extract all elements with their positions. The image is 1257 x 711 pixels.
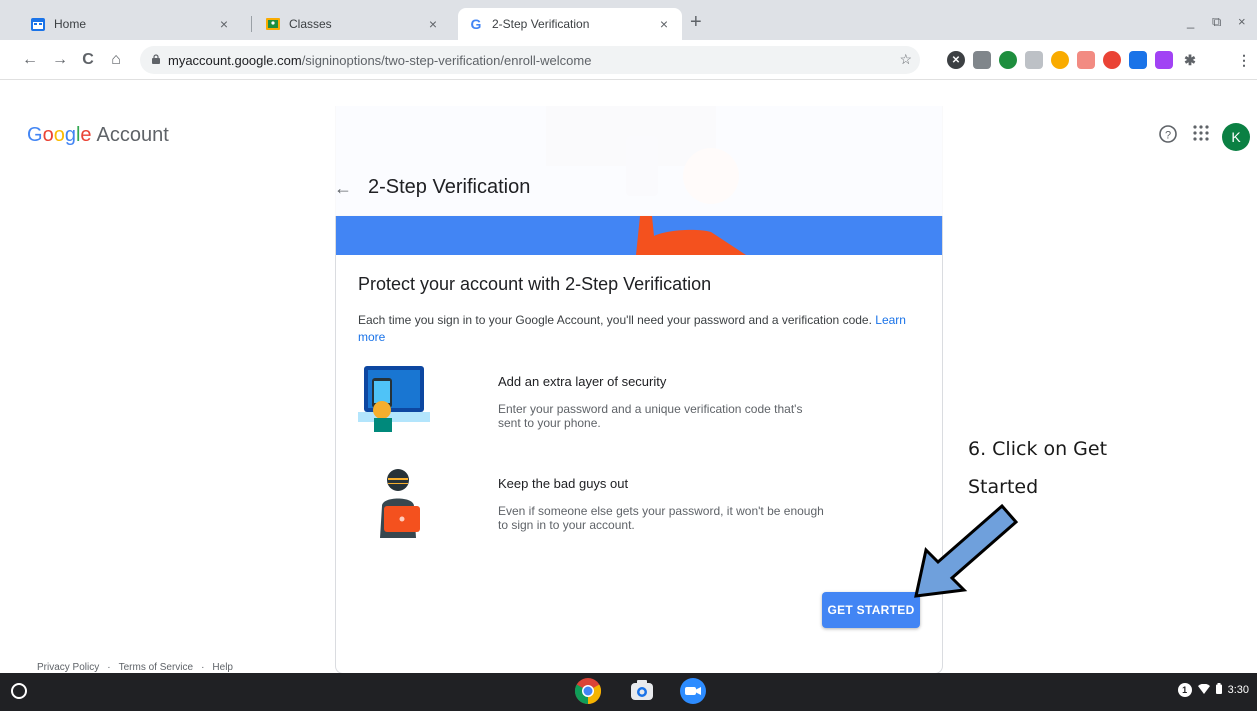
- extension-icon[interactable]: [999, 51, 1017, 69]
- extension-icon[interactable]: [1051, 51, 1069, 69]
- address-bar[interactable]: myaccount.google.com /signinoptions/two-…: [140, 46, 920, 74]
- tab-title: Home: [54, 17, 87, 31]
- footer-separator: ·: [107, 662, 111, 673]
- wifi-icon: [1197, 683, 1210, 697]
- tab-title: 2-Step Verification: [492, 17, 590, 31]
- minimize-icon[interactable]: _: [1187, 14, 1194, 29]
- hero-illustration: [336, 216, 942, 255]
- tab-home[interactable]: Home ×: [20, 8, 242, 40]
- tab-strip: Home × Classes × G 2-Step Verification ×…: [0, 0, 1257, 40]
- restore-icon[interactable]: ⧉: [1212, 14, 1221, 30]
- page-title: 2-Step Verification: [368, 176, 531, 198]
- puzzle-icon[interactable]: ✱: [1181, 51, 1199, 69]
- launcher-icon[interactable]: [11, 683, 27, 699]
- tab-close-icon[interactable]: ×: [216, 16, 232, 32]
- google-g-icon: G: [470, 16, 482, 32]
- extension-icon[interactable]: [1077, 51, 1095, 69]
- status-tray[interactable]: 1 3:30: [1177, 683, 1249, 697]
- extension-icon[interactable]: [1155, 51, 1173, 69]
- url-path: /signinoptions/two-step-verification/enr…: [301, 52, 592, 68]
- extension-icon[interactable]: [1025, 51, 1043, 69]
- annotation-line-1: 6. Click on Get: [968, 438, 1108, 460]
- extension-icon[interactable]: ✕: [947, 51, 965, 69]
- home-button[interactable]: ⌂: [106, 50, 126, 70]
- notification-badge: 1: [1177, 683, 1192, 697]
- clock: 3:30: [1227, 684, 1249, 696]
- reload-button[interactable]: C: [78, 50, 98, 70]
- header-bg-right: [943, 106, 1257, 216]
- footer-links: Privacy Policy · Terms of Service · Help: [37, 662, 233, 673]
- forward-button[interactable]: →: [50, 50, 70, 70]
- instruction-annotation: 6. Click on Get Started: [968, 430, 1148, 506]
- back-button[interactable]: ←: [20, 50, 40, 70]
- laptop-phone-illustration: [358, 364, 430, 436]
- camera-icon[interactable]: [628, 677, 656, 705]
- chromeos-shelf: 1 3:30: [0, 673, 1257, 711]
- avatar[interactable]: K: [1222, 123, 1250, 151]
- extension-icon[interactable]: [973, 51, 991, 69]
- account-header: Google Account ? K ← 2-Step Verification: [0, 106, 1257, 216]
- battery-icon: [1215, 683, 1222, 697]
- back-arrow-icon[interactable]: ←: [334, 178, 352, 199]
- tab-separator: [251, 16, 252, 32]
- screen: Home × Classes × G 2-Step Verification ×…: [0, 0, 1257, 711]
- new-tab-button[interactable]: +: [690, 12, 702, 32]
- apps-grid-icon[interactable]: [1189, 124, 1213, 148]
- zoom-icon[interactable]: [679, 677, 707, 705]
- tab-title: Classes: [289, 17, 332, 31]
- help-link[interactable]: Help: [212, 662, 233, 673]
- terms-of-service-link[interactable]: Terms of Service: [119, 662, 193, 673]
- lock-icon: [152, 53, 160, 67]
- feature-text: Enter your password and a unique verific…: [498, 402, 803, 430]
- url-host: myaccount.google.com: [168, 52, 302, 68]
- header-bg-left: [0, 106, 335, 216]
- card-description: Each time you sign in to your Google Acc…: [358, 312, 918, 346]
- extension-icon[interactable]: [1103, 51, 1121, 69]
- feature-heading: Keep the bad guys out: [498, 476, 629, 491]
- tab-classes[interactable]: Classes ×: [255, 8, 451, 40]
- privacy-policy-link[interactable]: Privacy Policy: [37, 662, 99, 673]
- card-title: Protect your account with 2-Step Verific…: [358, 274, 712, 294]
- svg-text:?: ?: [1165, 130, 1171, 142]
- tab-close-icon[interactable]: ×: [656, 16, 672, 32]
- tab-2-step-verification[interactable]: G 2-Step Verification ×: [458, 8, 682, 40]
- annotation-arrow-icon: [914, 503, 1019, 598]
- header-bg-center: [335, 106, 943, 216]
- google-account-logo[interactable]: Google Account: [27, 124, 169, 147]
- help-icon[interactable]: ?: [1156, 124, 1180, 148]
- close-window-icon[interactable]: ×: [1238, 14, 1246, 29]
- menu-dots-icon[interactable]: ⋮: [1235, 51, 1253, 69]
- browser-toolbar: ← → C ⌂ myaccount.google.com /signinopti…: [0, 40, 1257, 80]
- feature-text: Even if someone else gets your password,…: [498, 504, 824, 532]
- feature-heading: Add an extra layer of security: [498, 374, 667, 389]
- classroom-icon: [265, 16, 281, 32]
- description-text: Each time you sign in to your Google Acc…: [358, 313, 872, 327]
- hacker-illustration: [358, 466, 430, 538]
- chrome-icon[interactable]: [574, 677, 602, 705]
- calendar-icon: [30, 16, 46, 32]
- bookmark-star-icon[interactable]: ☆: [899, 51, 912, 68]
- footer-separator: ·: [201, 662, 205, 673]
- extension-icon[interactable]: [1129, 51, 1147, 69]
- tab-close-icon[interactable]: ×: [425, 16, 441, 32]
